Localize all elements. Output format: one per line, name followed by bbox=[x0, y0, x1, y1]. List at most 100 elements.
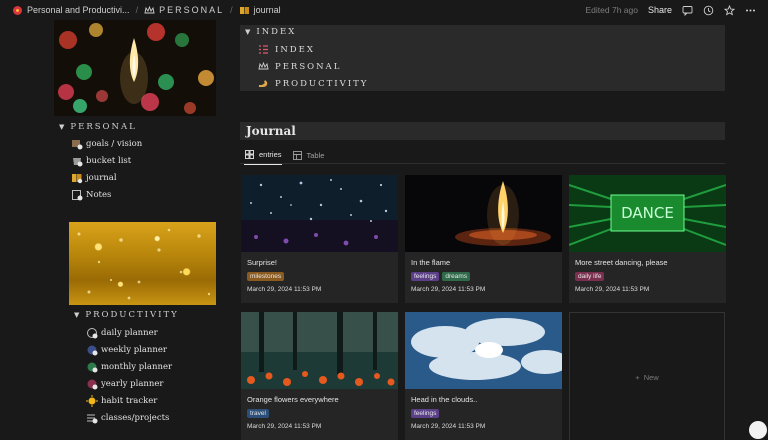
clock-icon[interactable] bbox=[703, 5, 714, 16]
gallery-card[interactable]: Orange flowers everywhere travel March 2… bbox=[241, 312, 398, 440]
nav-item-notes[interactable]: Notes bbox=[71, 186, 142, 203]
comment-icon[interactable] bbox=[682, 5, 693, 16]
tab-divider bbox=[240, 163, 725, 164]
toggle-triangle-icon: ▼ bbox=[245, 28, 251, 36]
tag: feelings bbox=[411, 272, 440, 281]
card-cover-confetti bbox=[241, 175, 398, 252]
breadcrumb-item-workspace[interactable]: Personal and Productivi... bbox=[12, 5, 130, 16]
nav-item-label: yearly planner bbox=[101, 378, 164, 389]
productivity-nav: daily planner weekly planner monthly pla… bbox=[86, 324, 172, 426]
nav-item-label: habit tracker bbox=[101, 395, 158, 406]
card-date: March 29, 2024 11:53 PM bbox=[247, 286, 322, 293]
hibiscus-icon bbox=[12, 5, 23, 16]
notes-icon bbox=[71, 189, 83, 201]
index-link-label: INDEX bbox=[275, 44, 315, 55]
new-entry-button[interactable]: + New bbox=[569, 312, 725, 440]
nav-item-monthly-planner[interactable]: monthly planner bbox=[86, 358, 172, 375]
classes-icon bbox=[86, 412, 98, 424]
card-tags: milestones bbox=[241, 267, 398, 281]
nav-item-bucket-list[interactable]: bucket list bbox=[71, 152, 142, 169]
nav-item-classes-projects[interactable]: classes/projects bbox=[86, 409, 172, 426]
nav-item-habit-tracker[interactable]: habit tracker bbox=[86, 392, 172, 409]
card-cover-orange-flowers bbox=[241, 312, 398, 389]
tag: dreams bbox=[442, 272, 471, 281]
help-button[interactable] bbox=[749, 421, 767, 439]
habit-tracker-icon bbox=[86, 394, 98, 407]
nav-item-weekly-planner[interactable]: weekly planner bbox=[86, 341, 172, 358]
plus-icon: + bbox=[635, 372, 640, 382]
gallery-card[interactable]: In the flame feelings dreams March 29, 2… bbox=[405, 175, 562, 303]
index-link-personal[interactable]: PERSONAL bbox=[258, 61, 341, 72]
nav-item-label: goals / vision bbox=[86, 138, 143, 149]
gallery-card[interactable]: Surprise! milestones March 29, 2024 11:5… bbox=[241, 175, 398, 303]
tag: milestones bbox=[247, 272, 285, 281]
productivity-heading: PRODUCTIVITY bbox=[85, 310, 179, 320]
gallery-card[interactable]: Head in the clouds.. feelings March 29, … bbox=[405, 312, 562, 440]
nav-item-label: journal bbox=[86, 172, 117, 183]
index-heading: INDEX bbox=[256, 27, 297, 37]
yearly-planner-icon bbox=[86, 378, 98, 390]
star-icon[interactable] bbox=[724, 4, 735, 16]
breadcrumb: Personal and Productivi... / PERSONAL / … bbox=[0, 5, 281, 16]
card-title: Orange flowers everywhere bbox=[247, 395, 339, 404]
nav-item-goals[interactable]: goals / vision bbox=[71, 135, 142, 152]
bucket-icon bbox=[71, 155, 83, 167]
card-date: March 29, 2024 11:53 PM bbox=[411, 423, 486, 430]
book-icon bbox=[239, 5, 250, 16]
breadcrumb-label: journal bbox=[253, 5, 281, 15]
index-toggle[interactable]: ▼ INDEX bbox=[245, 27, 296, 37]
index-link-productivity[interactable]: PRODUCTIVITY bbox=[258, 78, 368, 89]
book-icon bbox=[71, 172, 83, 184]
nav-item-journal[interactable]: journal bbox=[71, 169, 142, 186]
breadcrumb-label: Personal and Productivi... bbox=[27, 5, 130, 15]
card-date: March 29, 2024 11:53 PM bbox=[247, 423, 322, 430]
tab-label: entries bbox=[259, 150, 282, 159]
new-label: New bbox=[643, 372, 659, 382]
monthly-planner-icon bbox=[86, 361, 98, 373]
breadcrumb-item-journal[interactable]: journal bbox=[239, 5, 281, 16]
tag: travel bbox=[247, 409, 269, 418]
breadcrumb-item-personal[interactable]: PERSONAL bbox=[144, 5, 224, 16]
card-tags: daily life bbox=[569, 267, 726, 281]
toggle-triangle-icon: ▼ bbox=[74, 311, 80, 319]
nav-item-label: monthly planner bbox=[101, 361, 173, 372]
nav-item-label: Notes bbox=[86, 189, 112, 200]
share-button[interactable]: Share bbox=[648, 5, 672, 15]
card-cover-dance-sign: DANCE bbox=[569, 175, 726, 252]
card-title: In the flame bbox=[411, 258, 451, 267]
nav-item-daily-planner[interactable]: daily planner bbox=[86, 324, 172, 341]
goals-icon bbox=[71, 138, 83, 150]
productivity-section-toggle[interactable]: ▼ PRODUCTIVITY bbox=[74, 310, 179, 320]
tab-label: Table bbox=[306, 150, 325, 160]
edited-timestamp: Edited 7h ago bbox=[585, 5, 638, 15]
dance-sign-text: DANCE bbox=[621, 204, 674, 222]
more-icon[interactable] bbox=[745, 5, 756, 16]
journal-heading-bar bbox=[240, 122, 725, 140]
nav-item-label: bucket list bbox=[86, 155, 132, 166]
card-title: Surprise! bbox=[247, 258, 278, 267]
table-icon bbox=[292, 150, 303, 161]
breadcrumb-label: PERSONAL bbox=[159, 5, 225, 15]
card-title: Head in the clouds.. bbox=[411, 395, 478, 404]
candle-bokeh-image bbox=[54, 20, 216, 116]
nav-item-label: daily planner bbox=[101, 327, 158, 338]
personal-nav: goals / vision bucket list journal Notes bbox=[71, 135, 142, 203]
personal-section-toggle[interactable]: ▼ PERSONAL bbox=[59, 122, 137, 132]
crown-icon bbox=[258, 61, 269, 72]
tag: daily life bbox=[575, 272, 605, 281]
gallery-card[interactable]: DANCE More street dancing, please daily … bbox=[569, 175, 726, 303]
card-tags: feelings bbox=[405, 404, 562, 418]
toggle-triangle-icon: ▼ bbox=[59, 123, 65, 131]
weekly-planner-icon bbox=[86, 344, 98, 356]
crown-icon bbox=[144, 5, 155, 16]
top-bar: Personal and Productivi... / PERSONAL / … bbox=[0, 0, 768, 20]
card-title: More street dancing, please bbox=[575, 258, 668, 267]
nav-item-yearly-planner[interactable]: yearly planner bbox=[86, 375, 172, 392]
card-date: March 29, 2024 11:53 PM bbox=[575, 286, 650, 293]
index-link-label: PRODUCTIVITY bbox=[275, 78, 369, 89]
tag: feelings bbox=[411, 409, 440, 418]
index-link-index[interactable]: INDEX bbox=[258, 44, 315, 55]
card-date: March 29, 2024 11:53 PM bbox=[411, 286, 486, 293]
index-link-label: PERSONAL bbox=[275, 61, 342, 72]
gold-glitter-image bbox=[69, 222, 216, 305]
